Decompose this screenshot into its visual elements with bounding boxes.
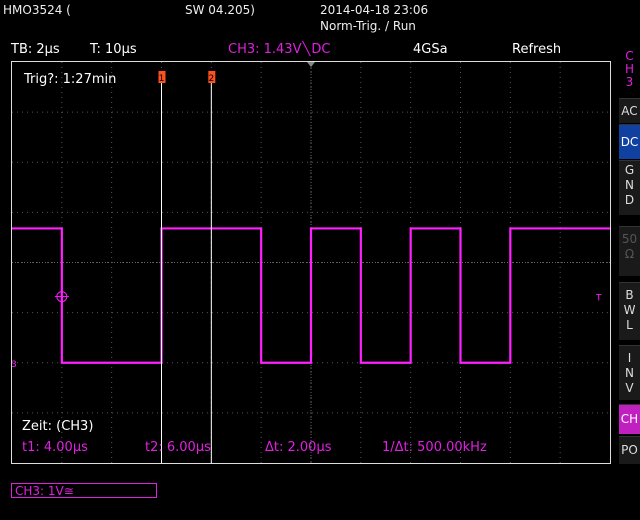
dc-coupling-button[interactable]: DC xyxy=(619,124,640,159)
cursor-t1-readout: t1: 4.00µs xyxy=(22,440,88,455)
model-label: HMO3524 ( xyxy=(3,3,71,17)
position-button[interactable]: PO xyxy=(619,436,640,464)
dc-label: DC xyxy=(620,135,639,149)
trigger-level-marker: T xyxy=(595,294,602,304)
ac-coupling-button[interactable]: AC xyxy=(619,98,640,123)
inv-i: I xyxy=(627,351,632,365)
po-label: PO xyxy=(621,443,638,457)
bwl-b: B xyxy=(625,288,634,302)
ch-title-3: 3 xyxy=(625,75,634,89)
ohm-50: 50 xyxy=(621,232,638,246)
falling-edge-icon: ╲ xyxy=(302,42,311,57)
sample-rate: 4GSa xyxy=(413,42,448,57)
gnd-button[interactable]: G N D xyxy=(619,160,640,215)
ohm-symbol: Ω xyxy=(624,247,635,261)
acquisition-mode[interactable]: Refresh xyxy=(512,42,561,57)
termination-50ohm-button[interactable]: 50 Ω xyxy=(619,226,640,276)
delta-t-readout: Δt: 2.00µs xyxy=(265,440,332,455)
ch-label: CH xyxy=(620,412,639,426)
cursor-label-1: 1 xyxy=(159,74,165,84)
cursor-label-2: 2 xyxy=(208,74,214,84)
bandwidth-limit-button[interactable]: B W L xyxy=(619,282,640,340)
trigger-mode: Norm-Trig. / Run xyxy=(320,19,416,33)
trigger-time[interactable]: T: 10µs xyxy=(90,42,137,57)
trigger-status: Trig?: 1:27min xyxy=(24,72,117,87)
measurement-title: Zeit: (CH3) xyxy=(22,419,94,434)
oscilloscope-screen[interactable]: 1 2 3 T Trig?: 1:27min Zeit: (CH3) t1: 4.00… xyxy=(11,61,611,464)
inv-v: V xyxy=(625,381,634,395)
coupling-label: DC xyxy=(311,42,331,57)
gnd-g: G xyxy=(624,163,635,177)
ch3-ground-marker: 3 xyxy=(12,360,17,370)
datetime: 2014-04-18 23:06 xyxy=(320,3,429,17)
channel-menu-title: C H 3 xyxy=(619,48,640,94)
channel-select-button[interactable]: CH xyxy=(619,404,640,434)
invert-button[interactable]: I N V xyxy=(619,345,640,400)
ac-label: AC xyxy=(621,104,638,118)
software-version: SW 04.205) xyxy=(185,3,255,17)
timebase[interactable]: TB: 2µs xyxy=(11,42,60,57)
cursor-t2-readout: t2: 6.00µs xyxy=(145,440,211,455)
frequency-readout: 1/Δt: 500.00kHz xyxy=(382,440,487,455)
channel-info[interactable]: CH3: 1.43V╲DC xyxy=(228,42,330,57)
channel-level: CH3: 1.43V xyxy=(228,42,302,57)
waveform-display: 1 2 3 T xyxy=(12,62,610,463)
bwl-w: W xyxy=(623,303,636,317)
bwl-l: L xyxy=(626,318,633,332)
signal-trace xyxy=(12,227,610,364)
inv-n: N xyxy=(625,366,634,380)
ch3-scale-box[interactable]: CH3: 1V≅ xyxy=(11,483,157,498)
gnd-n: N xyxy=(625,178,634,192)
gnd-d: D xyxy=(624,193,635,207)
trigger-position-icon xyxy=(307,62,315,67)
